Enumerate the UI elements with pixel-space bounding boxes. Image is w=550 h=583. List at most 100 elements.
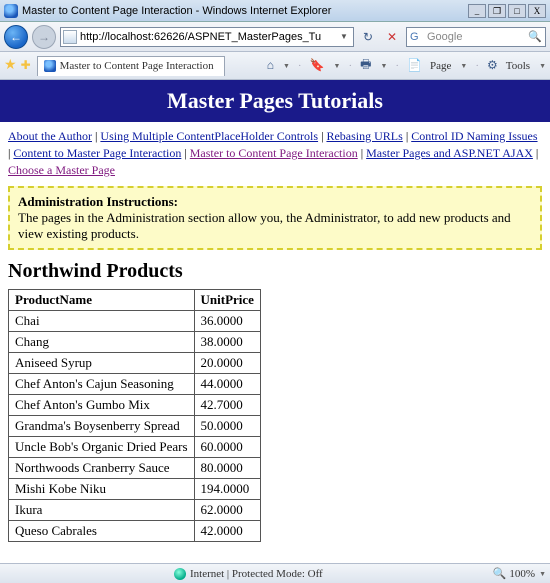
table-header: ProductName bbox=[9, 290, 195, 311]
home-drop-icon[interactable]: ▼ bbox=[283, 62, 290, 70]
search-field[interactable]: G Google 🔍 bbox=[406, 27, 546, 47]
page-menu-label[interactable]: Page bbox=[430, 60, 451, 72]
admin-instructions-body: The pages in the Administration section … bbox=[18, 210, 532, 242]
product-name-cell: Aniseed Syrup bbox=[9, 353, 195, 374]
page-content: Master Pages Tutorials About the Author … bbox=[0, 80, 550, 563]
zoom-drop-icon[interactable]: ▼ bbox=[539, 570, 546, 578]
unit-price-cell: 50.0000 bbox=[194, 416, 260, 437]
link-separator: | bbox=[358, 146, 366, 160]
product-name-cell: Chai bbox=[9, 311, 195, 332]
window-titlebar: Master to Content Page Interaction - Win… bbox=[0, 0, 550, 22]
add-favorites-icon[interactable]: ✚ bbox=[21, 58, 31, 73]
url-field[interactable]: http://localhost:62626/ASPNET_MasterPage… bbox=[60, 27, 354, 47]
unit-price-cell: 62.0000 bbox=[194, 500, 260, 521]
unit-price-cell: 44.0000 bbox=[194, 374, 260, 395]
table-row: Northwoods Cranberry Sauce80.0000 bbox=[9, 458, 261, 479]
search-go-icon[interactable]: 🔍 bbox=[528, 30, 542, 43]
tutorial-link[interactable]: Using Multiple ContentPlaceHolder Contro… bbox=[100, 129, 318, 143]
section-heading: Northwind Products bbox=[8, 260, 542, 283]
tab-favicon bbox=[44, 60, 56, 72]
refresh-button[interactable]: ↻ bbox=[358, 27, 378, 47]
banner-title: Master Pages Tutorials bbox=[167, 88, 383, 113]
ie-favicon bbox=[4, 4, 18, 18]
tutorial-link[interactable]: Content to Master Page Interaction bbox=[13, 146, 181, 160]
admin-instructions-title: Administration Instructions: bbox=[18, 194, 532, 210]
page-icon bbox=[63, 30, 77, 44]
table-row: Queso Cabrales42.0000 bbox=[9, 521, 261, 542]
unit-price-cell: 42.7000 bbox=[194, 395, 260, 416]
close-button[interactable]: X bbox=[528, 4, 546, 18]
back-button[interactable]: ← bbox=[4, 25, 28, 49]
url-text: http://localhost:62626/ASPNET_MasterPage… bbox=[80, 31, 337, 43]
zone-text: Internet | Protected Mode: Off bbox=[190, 568, 323, 580]
table-row: Chang38.0000 bbox=[9, 332, 261, 353]
favorites-star-icon[interactable]: ★ bbox=[4, 57, 17, 74]
table-row: Chef Anton's Gumbo Mix42.7000 bbox=[9, 395, 261, 416]
status-bar: Internet | Protected Mode: Off 🔍 100% ▼ bbox=[0, 563, 550, 583]
table-row: Chef Anton's Cajun Seasoning44.0000 bbox=[9, 374, 261, 395]
page-banner: Master Pages Tutorials bbox=[0, 80, 550, 122]
table-row: Aniseed Syrup20.0000 bbox=[9, 353, 261, 374]
page-drop-icon[interactable]: ▼ bbox=[460, 62, 467, 70]
product-name-cell: Mishi Kobe Niku bbox=[9, 479, 195, 500]
table-row: Chai36.0000 bbox=[9, 311, 261, 332]
product-name-cell: Chef Anton's Gumbo Mix bbox=[9, 395, 195, 416]
url-dropdown-icon[interactable]: ▼ bbox=[337, 32, 351, 41]
restore-button[interactable]: ❐ bbox=[488, 4, 506, 18]
link-separator: | bbox=[403, 129, 411, 143]
link-separator: | bbox=[533, 146, 538, 160]
admin-instructions-box: Administration Instructions: The pages i… bbox=[8, 186, 542, 250]
print-drop-icon[interactable]: ▼ bbox=[380, 62, 387, 70]
home-icon[interactable]: ⌂ bbox=[267, 58, 274, 73]
tutorial-nav-links: About the Author | Using Multiple Conten… bbox=[0, 122, 550, 182]
page-menu-icon[interactable]: 📄 bbox=[407, 58, 422, 73]
product-name-cell: Chef Anton's Cajun Seasoning bbox=[9, 374, 195, 395]
zoom-level[interactable]: 100% bbox=[509, 568, 535, 580]
unit-price-cell: 42.0000 bbox=[194, 521, 260, 542]
table-row: Uncle Bob's Organic Dried Pears60.0000 bbox=[9, 437, 261, 458]
print-icon[interactable]: 🖶 bbox=[360, 55, 371, 76]
feeds-icon[interactable]: 🔖 bbox=[310, 58, 325, 73]
tutorial-link[interactable]: About the Author bbox=[8, 129, 92, 143]
unit-price-cell: 20.0000 bbox=[194, 353, 260, 374]
feeds-drop-icon[interactable]: ▼ bbox=[334, 62, 341, 70]
search-placeholder: Google bbox=[427, 31, 528, 43]
table-row: Grandma's Boysenberry Spread50.0000 bbox=[9, 416, 261, 437]
link-separator: | bbox=[181, 146, 189, 160]
tutorial-link[interactable]: Control ID Naming Issues bbox=[411, 129, 537, 143]
products-table: ProductNameUnitPrice Chai36.0000Chang38.… bbox=[8, 289, 261, 542]
tutorial-link[interactable]: Rebasing URLs bbox=[326, 129, 402, 143]
tab-title: Master to Content Page Interaction bbox=[60, 60, 214, 72]
command-bar: ★ ✚ Master to Content Page Interaction ⌂… bbox=[0, 52, 550, 80]
table-row: Ikura62.0000 bbox=[9, 500, 261, 521]
tutorial-link[interactable]: Choose a Master Page bbox=[8, 163, 115, 177]
address-bar: ← → http://localhost:62626/ASPNET_Master… bbox=[0, 22, 550, 52]
tools-drop-icon[interactable]: ▼ bbox=[539, 62, 546, 70]
forward-button[interactable]: → bbox=[32, 25, 56, 49]
product-name-cell: Queso Cabrales bbox=[9, 521, 195, 542]
unit-price-cell: 194.0000 bbox=[194, 479, 260, 500]
tutorial-link[interactable]: Master to Content Page Interaction bbox=[190, 146, 358, 160]
window-title: Master to Content Page Interaction - Win… bbox=[22, 5, 468, 17]
unit-price-cell: 36.0000 bbox=[194, 311, 260, 332]
maximize-button[interactable]: □ bbox=[508, 4, 526, 18]
tutorial-link[interactable]: Master Pages and ASP.NET AJAX bbox=[366, 146, 533, 160]
unit-price-cell: 38.0000 bbox=[194, 332, 260, 353]
product-name-cell: Northwoods Cranberry Sauce bbox=[9, 458, 195, 479]
product-name-cell: Uncle Bob's Organic Dried Pears bbox=[9, 437, 195, 458]
minimize-button[interactable]: _ bbox=[468, 4, 486, 18]
unit-price-cell: 60.0000 bbox=[194, 437, 260, 458]
product-name-cell: Chang bbox=[9, 332, 195, 353]
tools-menu-label[interactable]: Tools bbox=[506, 60, 530, 72]
zoom-icon[interactable]: 🔍 bbox=[493, 567, 507, 580]
unit-price-cell: 80.0000 bbox=[194, 458, 260, 479]
stop-button[interactable]: ✕ bbox=[382, 27, 402, 47]
tools-menu-icon[interactable]: ⚙ bbox=[487, 58, 498, 73]
browser-tab[interactable]: Master to Content Page Interaction bbox=[37, 56, 225, 76]
table-header: UnitPrice bbox=[194, 290, 260, 311]
product-name-cell: Ikura bbox=[9, 500, 195, 521]
product-name-cell: Grandma's Boysenberry Spread bbox=[9, 416, 195, 437]
internet-zone-icon bbox=[174, 568, 186, 580]
search-provider-icon: G bbox=[410, 31, 424, 43]
table-row: Mishi Kobe Niku194.0000 bbox=[9, 479, 261, 500]
